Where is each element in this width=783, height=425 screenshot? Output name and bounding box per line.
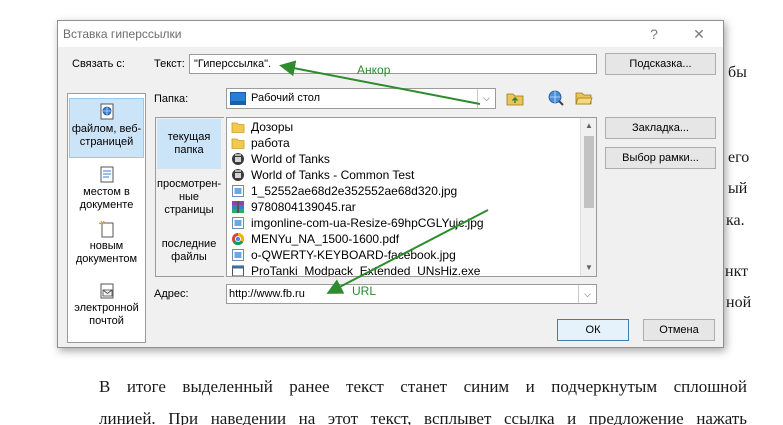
url-arrow — [326, 209, 489, 294]
anchor-annotation: Анкор — [357, 63, 391, 77]
url-annotation: URL — [352, 284, 377, 298]
annotation-layer — [279, 60, 489, 294]
